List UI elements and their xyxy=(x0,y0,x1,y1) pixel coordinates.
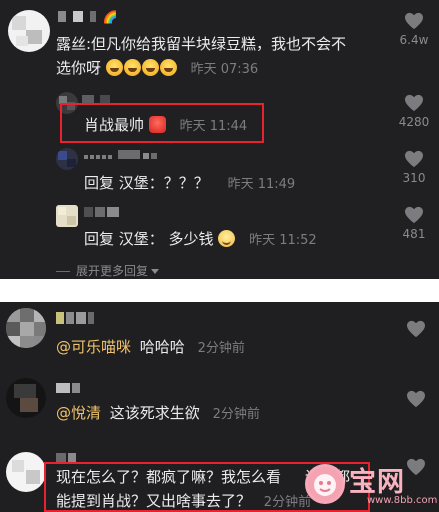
avatar[interactable] xyxy=(6,308,46,348)
comment-text: @悅清 这该死求生欲 2分钟前 xyxy=(56,404,260,422)
timestamp: 2分钟前 xyxy=(263,495,312,510)
watermark-url: www.8bb.com xyxy=(367,495,438,506)
laughing-emoji-icon xyxy=(159,59,177,76)
username[interactable] xyxy=(84,206,119,220)
timestamp: 昨天 11:44 xyxy=(179,119,248,134)
like-count: 481 xyxy=(402,227,426,241)
reply-text: 肖战最帅 昨天 11:44 xyxy=(84,116,248,134)
like-count: 4280 xyxy=(398,115,430,129)
laughing-emoji-icon xyxy=(141,59,159,76)
comment-text: @可乐喵咪 哈哈哈 2分钟前 xyxy=(56,338,245,356)
username[interactable] xyxy=(84,148,157,162)
watermark-logo-icon xyxy=(305,464,345,504)
reply-text: 回复 汉堡：？？？ 昨天 11:49 xyxy=(84,174,296,192)
timestamp: 2分钟前 xyxy=(197,341,245,356)
avatar[interactable] xyxy=(56,205,78,227)
heart-icon xyxy=(405,12,423,30)
comment-thread-panel: 🌈 露丝:但凡你给我留半块绿豆糕，我也不会不 选你呀 昨天 07:36 6.4w… xyxy=(0,0,439,279)
timestamp: 2分钟前 xyxy=(212,407,260,422)
avatar[interactable] xyxy=(6,452,46,492)
comment-list-panel: @可乐喵咪 哈哈哈 2分钟前 @悅清 这该死求生欲 2分钟前 现在怎么了？都疯了… xyxy=(0,302,439,512)
comment-text-line2: 能提到肖战？又出啥事去了？ 2分钟前 xyxy=(56,492,312,510)
username[interactable] xyxy=(56,382,80,396)
heart-icon xyxy=(407,390,425,408)
watermark: 宝网 www.8bb.com xyxy=(305,460,437,510)
expand-replies-button[interactable]: 展开更多回复 xyxy=(56,262,160,279)
divider xyxy=(56,271,70,272)
like-button[interactable] xyxy=(396,320,436,338)
mention-link[interactable]: @悅清 xyxy=(56,404,101,422)
like-button[interactable]: 4280 xyxy=(394,94,434,129)
avatar[interactable] xyxy=(6,378,46,418)
like-button[interactable] xyxy=(396,390,436,408)
avatar[interactable] xyxy=(8,10,50,52)
username[interactable]: 🌈 xyxy=(58,10,117,24)
like-button[interactable]: 6.4w xyxy=(394,12,434,47)
smile-emoji-icon xyxy=(218,230,236,247)
heart-icon xyxy=(405,150,423,168)
mention-link[interactable]: @可乐喵咪 xyxy=(56,338,131,356)
like-count: 6.4w xyxy=(399,33,429,47)
chevron-down-icon xyxy=(151,269,160,274)
like-button[interactable]: 310 xyxy=(394,150,434,185)
username[interactable] xyxy=(56,312,94,327)
comment-text: 露丝:但凡你给我留半块绿豆糕，我也不会不 xyxy=(56,35,347,53)
heart-icon xyxy=(407,320,425,338)
reply-text: 回复 汉堡： 多少钱 昨天 11:52 xyxy=(84,230,317,248)
rainbow-icon: 🌈 xyxy=(102,10,118,24)
avatar[interactable] xyxy=(56,148,78,170)
angry-emoji-icon xyxy=(148,116,166,133)
laughing-emoji-icon xyxy=(123,59,141,76)
timestamp: 昨天 07:36 xyxy=(190,62,259,77)
timestamp: 昨天 11:52 xyxy=(249,233,317,248)
watermark-text: 宝网 xyxy=(349,467,405,498)
like-count: 310 xyxy=(402,171,426,185)
laughing-emoji-icon xyxy=(105,59,123,76)
expand-replies-label: 展开更多回复 xyxy=(76,264,149,278)
heart-icon xyxy=(405,206,423,224)
comment-text-line2: 选你呀 昨天 07:36 xyxy=(56,59,259,77)
heart-icon xyxy=(405,94,423,112)
like-button[interactable]: 481 xyxy=(394,206,434,241)
timestamp: 昨天 11:49 xyxy=(227,177,296,192)
